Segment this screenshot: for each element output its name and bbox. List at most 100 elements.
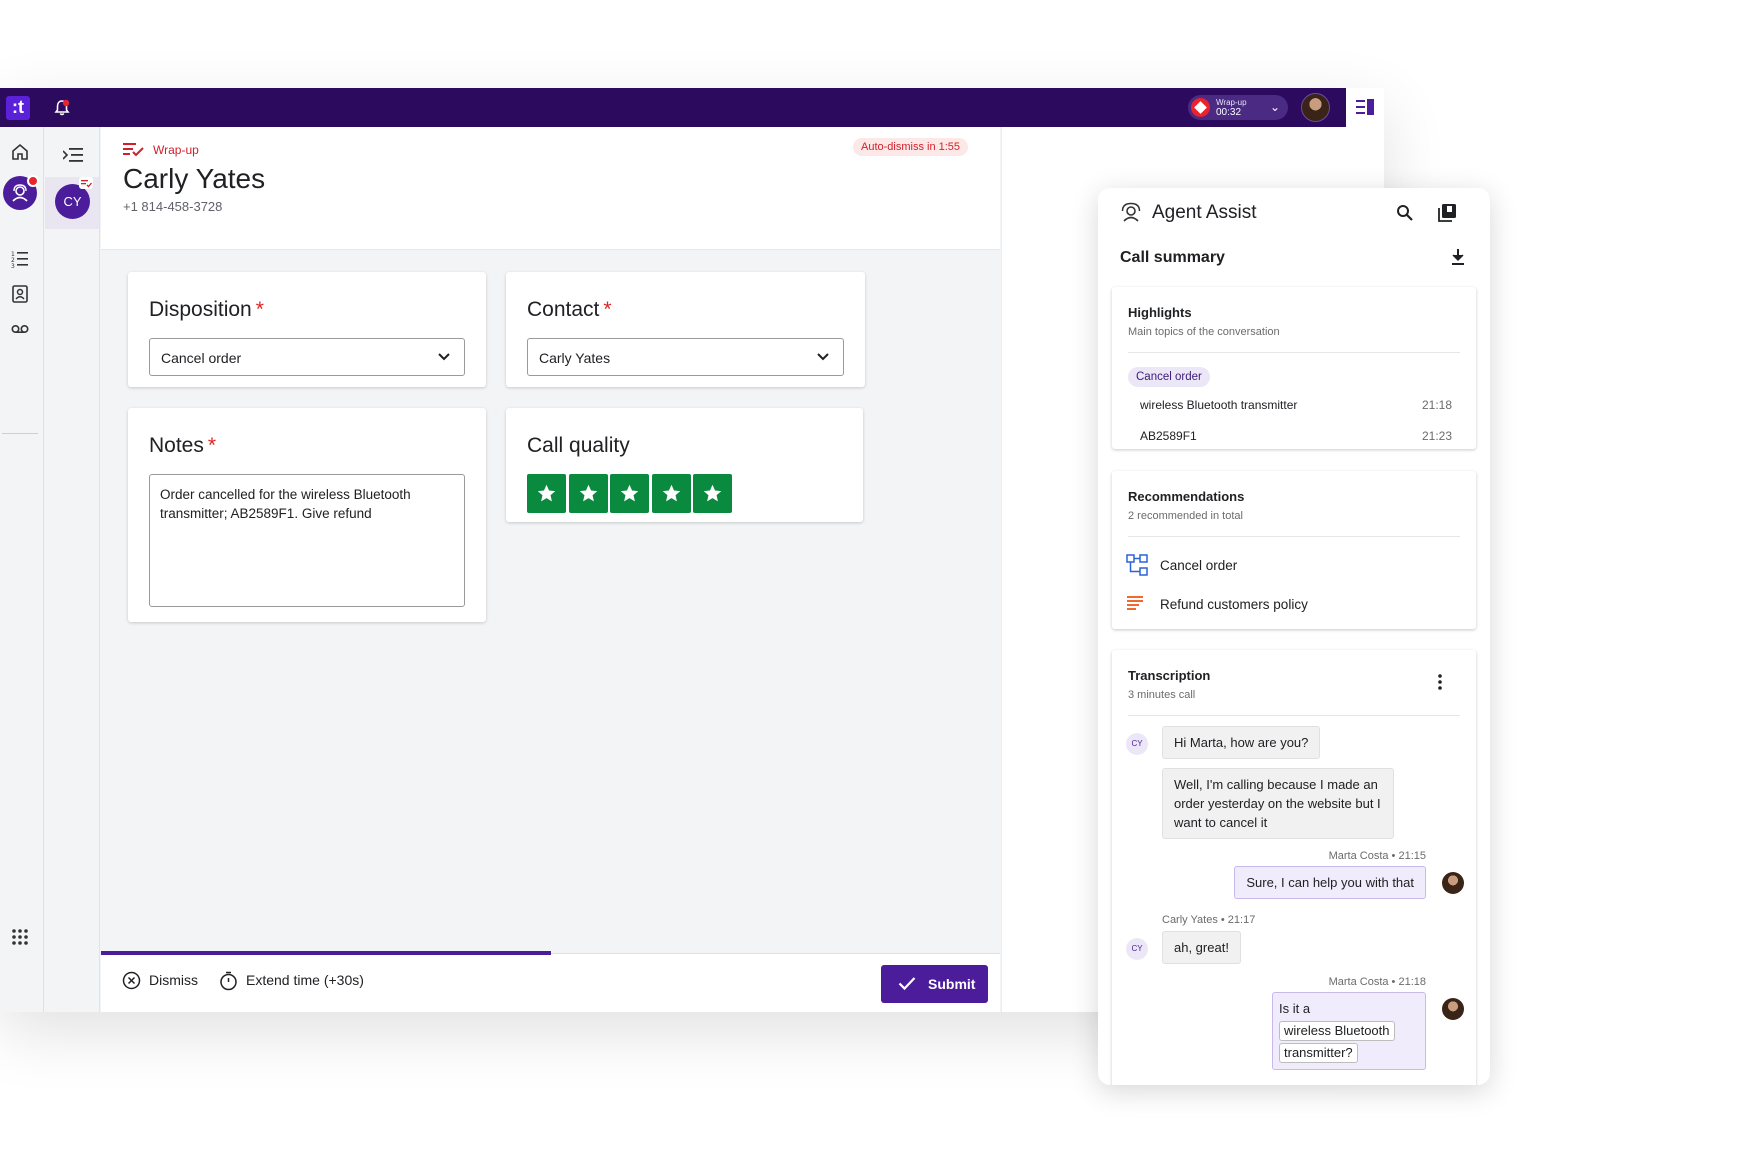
topic-chip[interactable]: Cancel order [1128,367,1210,387]
notification-badge [27,175,39,187]
recommendation-cancel-order[interactable]: Cancel order [1160,558,1237,573]
submit-button[interactable]: Submit [881,965,988,1003]
svg-text:3: 3 [11,263,15,269]
agent-avatar [1442,872,1464,894]
agent-assist-icon [1121,202,1141,222]
transcription-subtitle: 3 minutes call [1128,689,1196,701]
voicemail-icon[interactable] [10,319,30,339]
contact-select[interactable]: Carly Yates [527,338,844,376]
notes-label: Notes * [149,434,217,457]
dismiss-label: Dismiss [149,972,198,988]
message-bubble: Is it a wireless Bluetooth transmitter? [1272,992,1426,1070]
recommendations-card: Recommendations 2 recommended in total C… [1112,471,1476,629]
star-3-icon[interactable] [610,474,649,513]
check-icon [898,977,916,991]
customer-avatar: CY [1126,733,1148,755]
call-quality-label: Call quality [527,434,630,457]
agent-status-selector[interactable]: Wrap-up 00:32 ⌄ [1188,95,1288,120]
star-1-icon[interactable] [527,474,566,513]
highlight-item[interactable]: wireless Bluetooth transmitter [1140,398,1297,412]
submit-label: Submit [928,976,976,992]
disposition-value: Cancel order [161,350,242,366]
highlight-time: 21:18 [1421,398,1452,412]
side-panel-toggle-icon[interactable] [1356,99,1374,115]
highlights-card: Highlights Main topics of the conversati… [1112,287,1476,449]
transcription-title: Transcription [1128,668,1211,683]
workflow-icon [1126,554,1148,576]
customer-avatar: CY [1126,938,1148,960]
recommendation-refund-policy[interactable]: Refund customers policy [1160,597,1308,612]
contact-card: Contact * Carly Yates [506,272,865,387]
recommendations-title: Recommendations [1128,489,1245,504]
wrap-up-label: Wrap-up [153,143,199,157]
message-bubble: Well, I'm calling because I made an orde… [1162,768,1394,839]
contact-avatar[interactable]: CY [55,184,90,219]
notification-bell-icon[interactable] [52,98,72,118]
search-icon[interactable] [1396,204,1414,222]
agent-assist-title: Agent Assist [1152,202,1257,223]
auto-dismiss-badge: Auto-dismiss in 1:55 [853,138,969,156]
keyword-highlight[interactable]: transmitter? [1279,1043,1358,1063]
required-mark: * [255,298,264,321]
knowledge-base-icon[interactable] [1438,203,1457,222]
user-avatar[interactable] [1301,93,1330,122]
extend-time-label: Extend time (+30s) [246,972,364,988]
divider [1128,536,1460,537]
call-quality-card: Call quality [506,408,863,522]
chevron-down-icon: ⌄ [1270,100,1281,114]
star-5-icon[interactable] [693,474,732,513]
app-logo[interactable]: :t [6,96,30,120]
divider [2,433,38,434]
message-bubble: Sure, I can help you with that [1234,866,1426,899]
contact-name: Carly Yates [123,163,266,194]
queue-list-icon[interactable]: 1 2 3 [10,249,30,269]
dismiss-icon [122,971,141,990]
disposition-card: Disposition * Cancel order [128,272,486,387]
interactions-rail: CY [45,127,100,1012]
contact-value: Carly Yates [539,350,611,366]
timer-icon [220,971,237,991]
dismiss-button[interactable]: Dismiss [122,971,198,990]
message-meta: Carly Yates • 21:17 [1162,914,1256,926]
required-mark: * [207,434,217,457]
home-icon[interactable] [10,142,30,162]
chevron-down-icon [438,353,450,361]
status-timer: 00:32 [1216,107,1242,118]
notes-textarea[interactable]: Order cancelled for the wireless Bluetoo… [149,474,465,607]
article-icon [1127,596,1143,610]
wrap-up-icon [123,143,144,157]
recommendations-subtitle: 2 recommended in total [1128,510,1243,522]
wrap-up-badge-icon [79,177,93,189]
contact-label: Contact * [527,298,612,321]
side-panel-toggle-area [1346,88,1384,127]
collapse-menu-icon[interactable] [63,147,83,163]
wrap-up-footer: Dismiss Extend time (+30s) Submit [101,951,1000,1012]
contacts-icon[interactable] [10,284,30,304]
divider [1128,352,1460,353]
status-label: Wrap-up [1216,98,1247,107]
left-nav-rail: 1 2 3 [0,127,44,1012]
required-mark: * [603,298,612,321]
download-icon[interactable] [1450,248,1466,266]
top-bar: :t Wrap-up 00:32 ⌄ [0,88,1346,127]
disposition-label: Disposition * [149,298,264,321]
agent-headset-icon [12,184,28,202]
more-options-icon[interactable] [1438,674,1442,690]
highlight-time: 21:23 [1421,429,1452,443]
notes-card: Notes * Order cancelled for the wireless … [128,408,486,622]
extend-time-button[interactable]: Extend time (+30s) [219,971,364,991]
time-progress-bar [101,951,551,955]
highlight-item[interactable]: AB2589F1 [1140,429,1197,443]
status-indicator-icon [1191,98,1210,117]
apps-grid-icon[interactable] [10,927,30,947]
message-text: Is it a [1279,1001,1311,1016]
call-summary-title: Call summary [1120,249,1225,266]
star-4-icon[interactable] [651,474,691,513]
message-meta: Marta Costa • 21:15 [1328,850,1426,862]
highlights-title: Highlights [1128,305,1192,320]
keyword-highlight[interactable]: wireless Bluetooth [1279,1021,1395,1041]
star-2-icon[interactable] [568,474,608,513]
message-meta: Marta Costa • 21:18 [1328,976,1426,988]
transcription-card: Transcription 3 minutes call CY Hi Marta… [1112,650,1476,1085]
disposition-select[interactable]: Cancel order [149,338,465,376]
